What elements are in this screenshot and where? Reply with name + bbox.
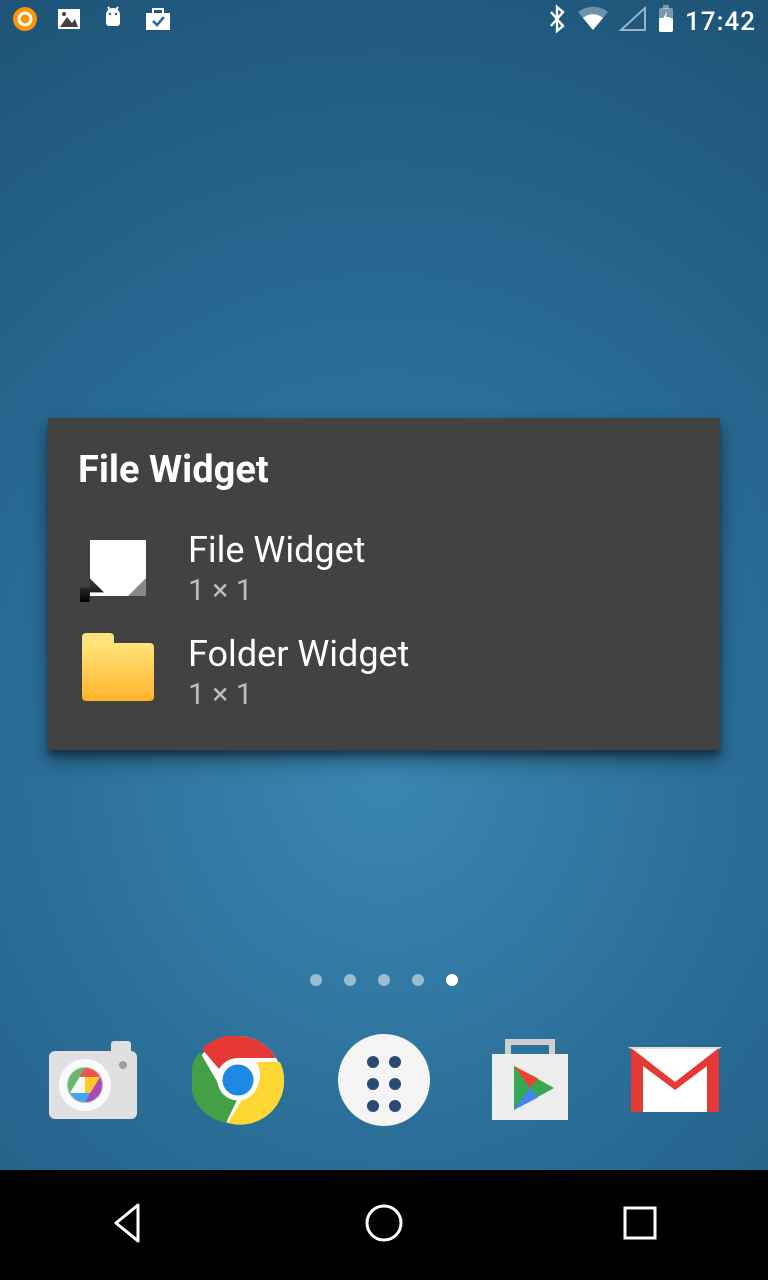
app-drawer-icon (338, 1034, 430, 1126)
status-bar: 17:42 (0, 0, 768, 44)
nav-recent-button[interactable] (618, 1201, 662, 1249)
bluetooth-icon (547, 4, 567, 41)
widget-item-folder[interactable]: Folder Widget 1 × 1 (78, 620, 690, 724)
page-dot[interactable] (412, 974, 424, 986)
widget-item-name: Folder Widget (188, 633, 409, 675)
dock (0, 1030, 768, 1130)
dock-app-chrome[interactable] (188, 1030, 288, 1130)
dock-app-camera[interactable] (43, 1030, 143, 1130)
page-dot[interactable] (344, 974, 356, 986)
widget-item-file[interactable]: File Widget 1 × 1 (78, 516, 690, 620)
widget-item-name: File Widget (188, 529, 366, 571)
widget-group-title: File Widget (78, 448, 690, 492)
page-dot[interactable] (378, 974, 390, 986)
page-dot-active[interactable] (446, 974, 458, 986)
widget-item-size: 1 × 1 (188, 677, 409, 712)
navigation-bar (0, 1170, 768, 1280)
nav-home-button[interactable] (362, 1201, 406, 1249)
dock-app-play-store[interactable] (480, 1030, 580, 1130)
android-debug-icon (100, 5, 126, 40)
widget-picker-card: File Widget File Widget 1 × 1 Folder Wid… (48, 418, 720, 750)
dock-app-drawer[interactable] (334, 1030, 434, 1130)
gallery-icon (56, 6, 82, 39)
status-clock: 17:42 (685, 7, 756, 37)
folder-icon (78, 632, 158, 712)
file-shortcut-icon (78, 528, 158, 608)
nav-back-button[interactable] (106, 1201, 150, 1249)
battery-charging-icon (657, 4, 675, 41)
status-right-icons: 17:42 (547, 4, 756, 41)
status-left-icons (12, 5, 172, 40)
widget-item-size: 1 × 1 (188, 573, 366, 608)
page-dot[interactable] (310, 974, 322, 986)
briefcase-check-icon (144, 6, 172, 39)
cell-signal-icon (619, 6, 647, 39)
avast-icon (12, 6, 38, 39)
wifi-icon (577, 6, 609, 39)
dock-app-gmail[interactable] (625, 1030, 725, 1130)
page-indicator (0, 974, 768, 986)
